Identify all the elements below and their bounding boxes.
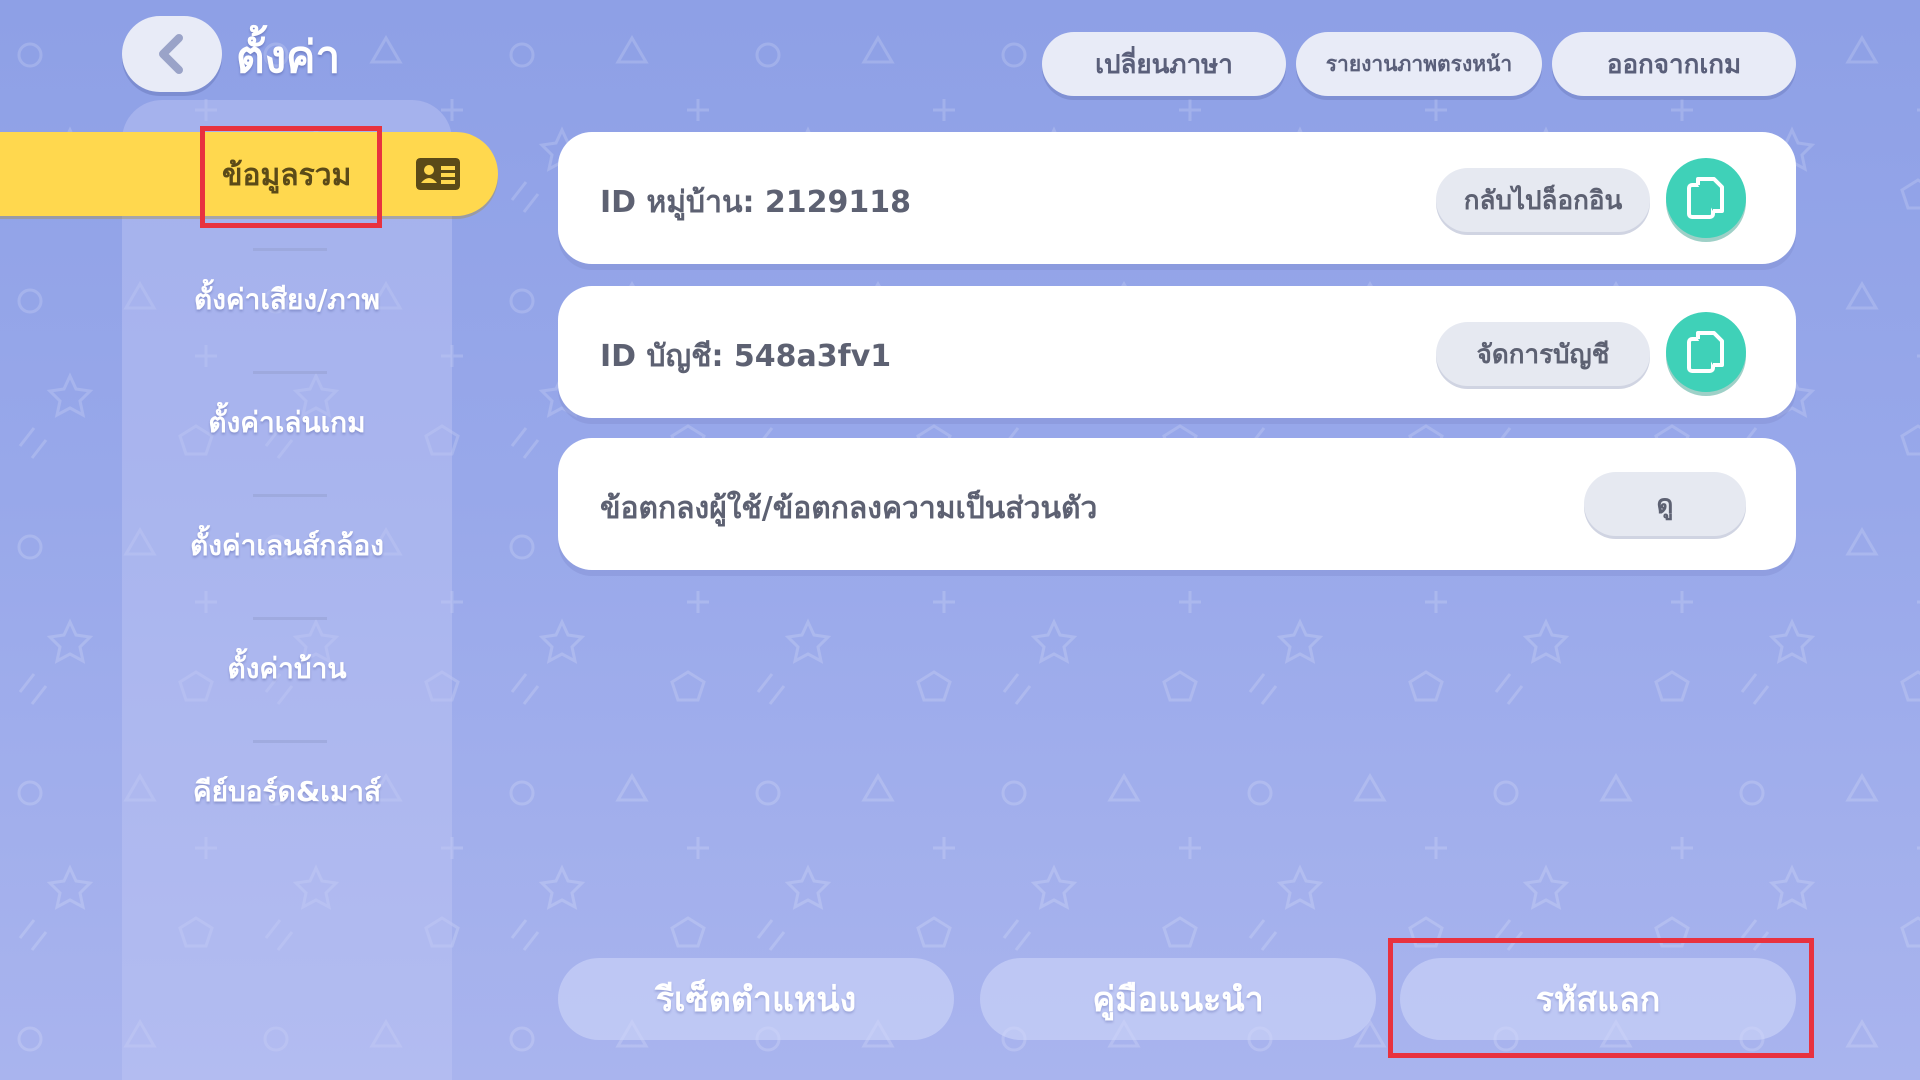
- report-screen-button[interactable]: รายงานภาพตรงหน้า: [1296, 32, 1542, 96]
- sidebar-item-audio-video[interactable]: ตั้งค่าเสียง/ภาพ: [122, 278, 452, 322]
- terms-label: ข้อตกลงผู้ใช้/ข้อตกลงความเป็นส่วนตัว: [600, 491, 1098, 526]
- guide-button[interactable]: คู่มือแนะนำ: [980, 958, 1376, 1040]
- back-to-login-button[interactable]: กลับไปล็อกอิน: [1436, 168, 1650, 232]
- village-id-card: ID หมู่บ้าน: 2129118 กลับไปล็อกอิน: [558, 132, 1796, 264]
- account-id-card: ID บัญชี: 548a3fv1 จัดการบัญชี: [558, 286, 1796, 418]
- sidebar-item-camera[interactable]: ตั้งค่าเลนส์กล้อง: [122, 524, 452, 568]
- divider: [253, 494, 327, 497]
- copy-icon: [1687, 331, 1724, 373]
- chevron-left-icon: [159, 34, 183, 74]
- exit-game-button[interactable]: ออกจากเกม: [1552, 32, 1796, 96]
- copy-account-id-button[interactable]: [1666, 312, 1746, 392]
- divider: [253, 248, 327, 251]
- back-button[interactable]: [122, 16, 222, 92]
- id-card-icon: [416, 158, 460, 190]
- view-terms-button[interactable]: ดู: [1584, 472, 1746, 536]
- page-title: ตั้งค่า: [236, 32, 341, 83]
- sidebar-item-gameplay[interactable]: ตั้งค่าเล่นเกม: [122, 401, 452, 445]
- sidebar-item-home[interactable]: ตั้งค่าบ้าน: [122, 647, 452, 691]
- divider: [253, 617, 327, 620]
- copy-icon: [1687, 177, 1724, 219]
- copy-village-id-button[interactable]: [1666, 158, 1746, 238]
- divider: [253, 371, 327, 374]
- sidebar-item-keyboard-mouse[interactable]: คีย์บอร์ด&เมาส์: [122, 770, 452, 814]
- sidebar-item-label: ข้อมูลรวม: [222, 158, 352, 193]
- manage-account-button[interactable]: จัดการบัญชี: [1436, 322, 1650, 386]
- reset-position-button[interactable]: รีเซ็ตตำแหน่ง: [558, 958, 954, 1040]
- divider: [253, 740, 327, 743]
- change-language-button[interactable]: เปลี่ยนภาษา: [1042, 32, 1286, 96]
- terms-card: ข้อตกลงผู้ใช้/ข้อตกลงความเป็นส่วนตัว ดู: [558, 438, 1796, 570]
- redeem-code-button[interactable]: รหัสแลก: [1400, 958, 1796, 1040]
- account-id-label: ID บัญชี: 548a3fv1: [600, 339, 892, 374]
- village-id-label: ID หมู่บ้าน: 2129118: [600, 185, 912, 220]
- sidebar: [122, 100, 452, 1080]
